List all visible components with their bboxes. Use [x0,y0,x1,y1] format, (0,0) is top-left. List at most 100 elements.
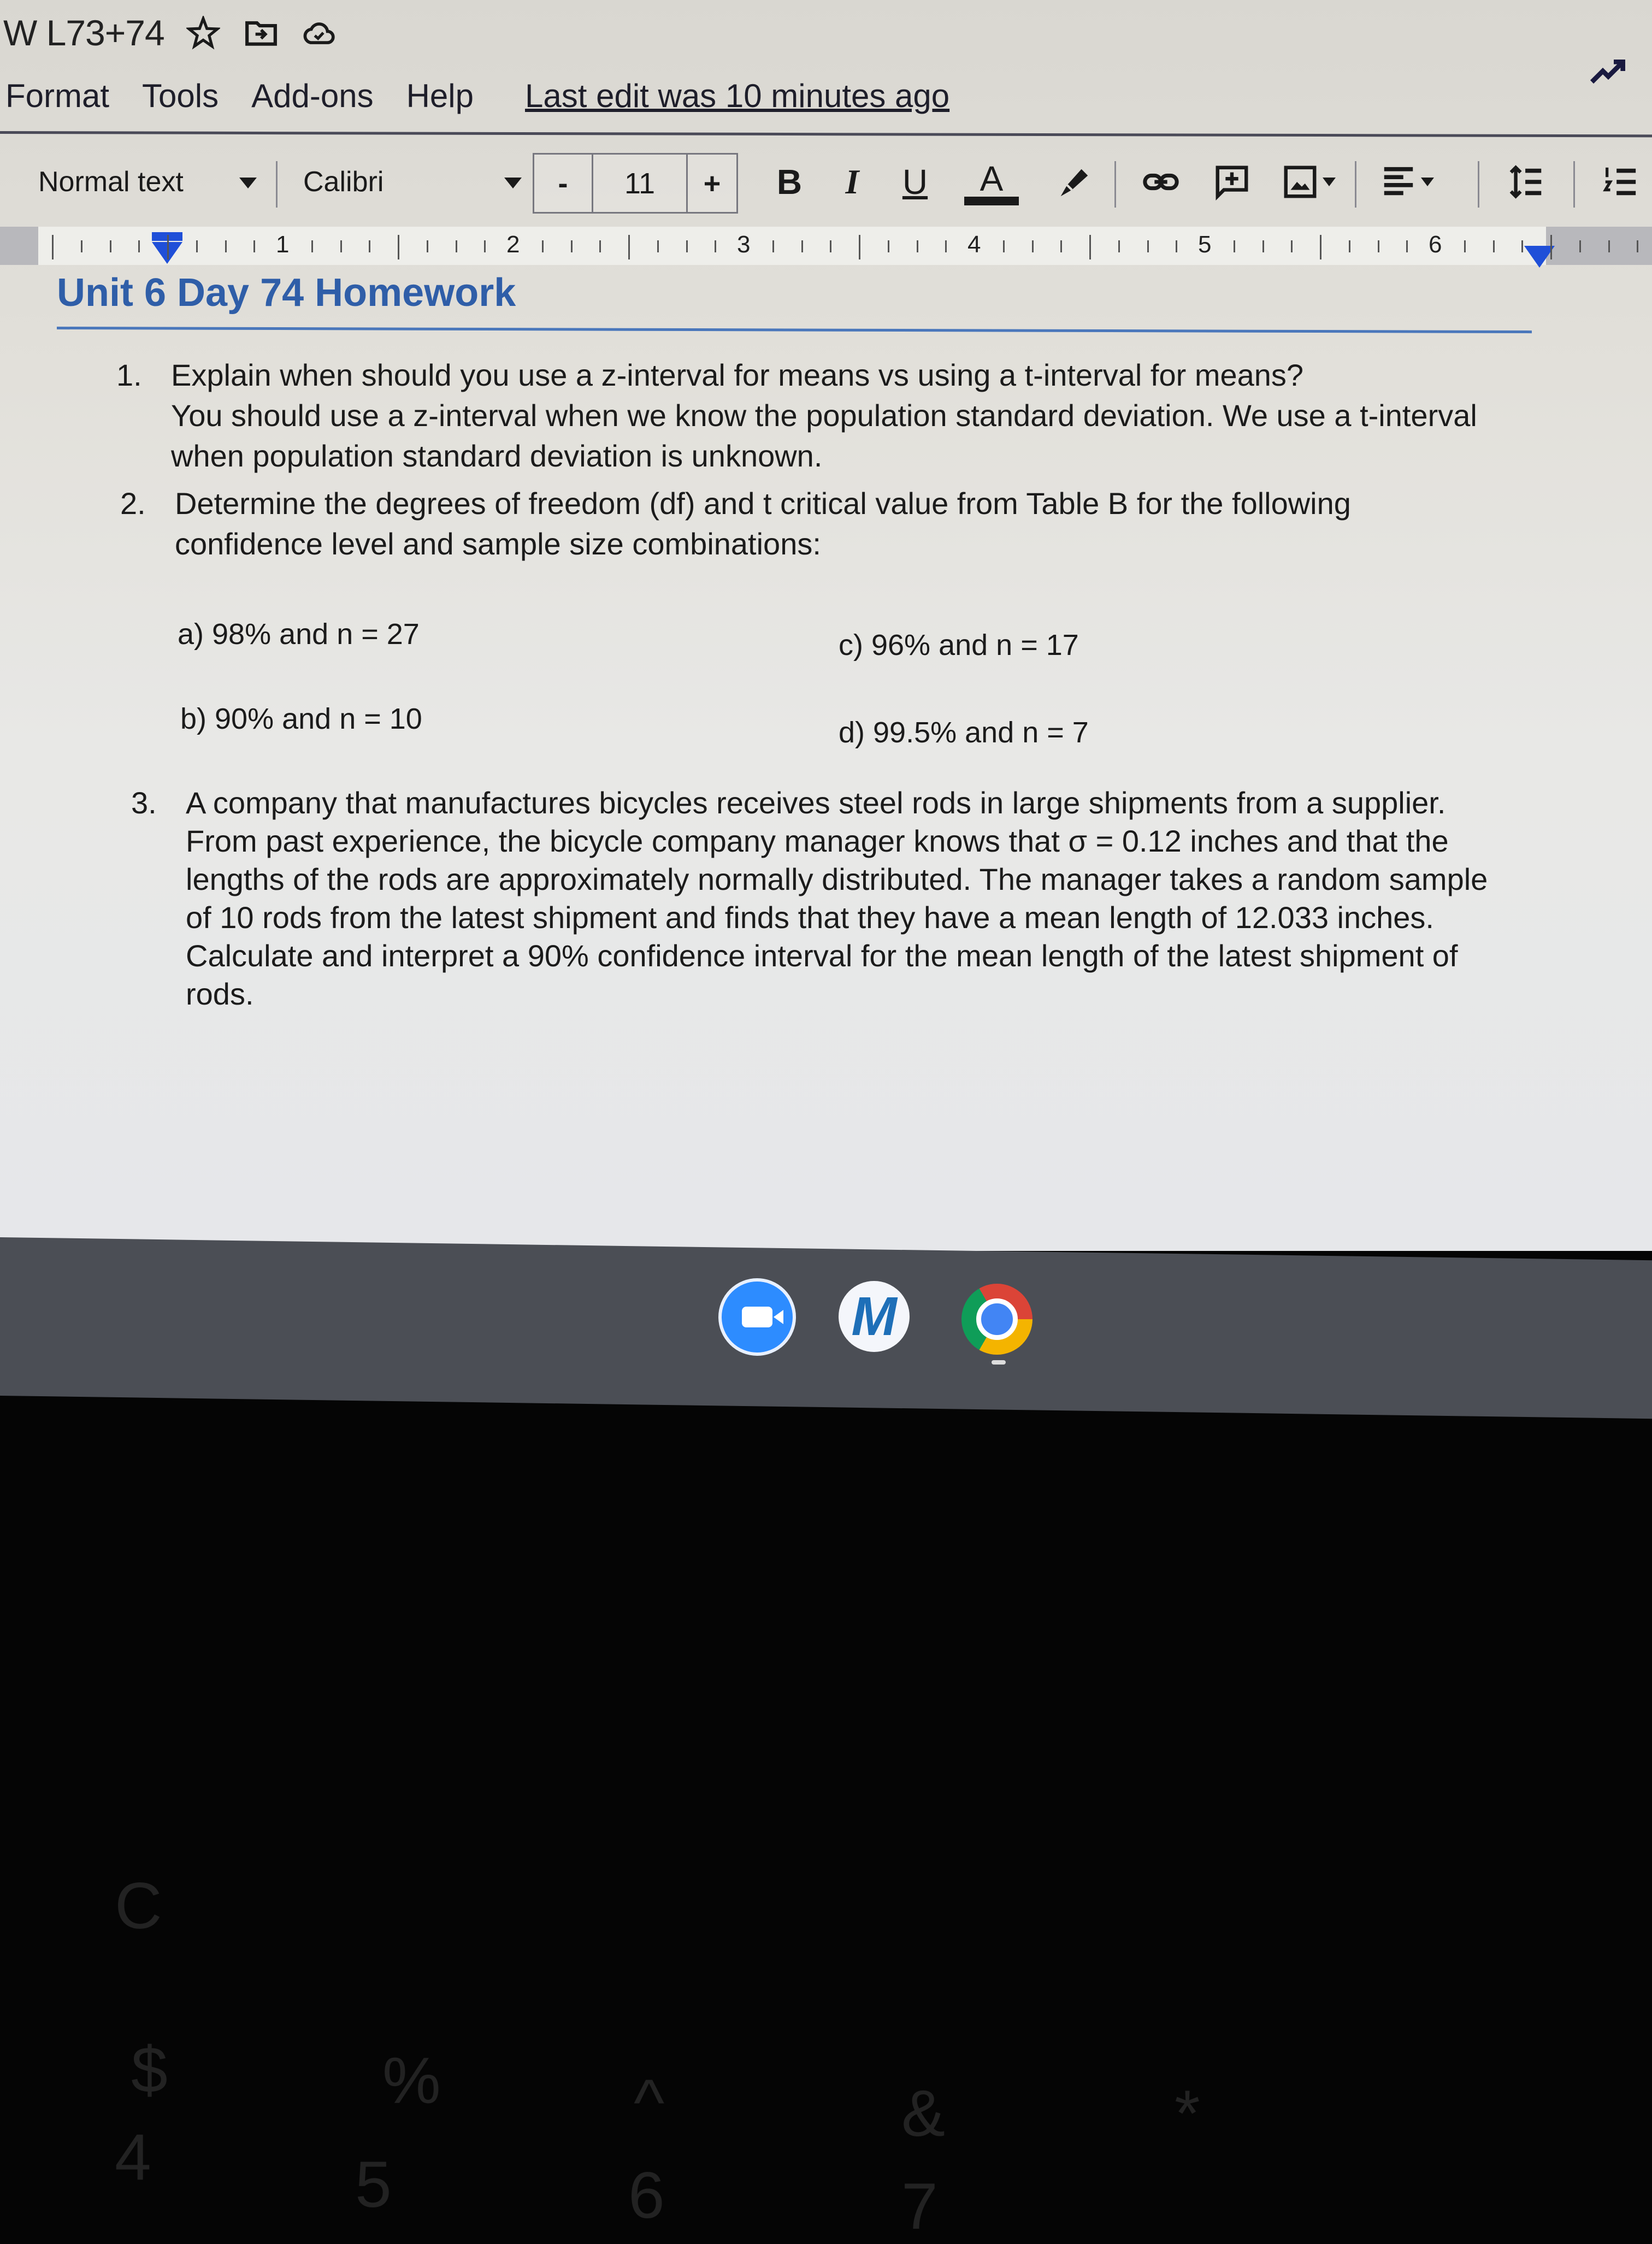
ruler-tick [1060,240,1063,252]
question-text: lengths of the rods are approximately no… [186,862,1488,896]
menu-tools[interactable]: Tools [142,77,219,115]
keyboard-reflection-key: ^ [634,2066,665,2139]
text-color-button[interactable]: A [964,150,1019,213]
question-text: of 10 rods from the latest shipment and … [186,900,1434,935]
menu-add-ons[interactable]: Add-ons [251,77,373,115]
question-text: From past experience, the bicycle compan… [186,824,1449,858]
ruler-tick [80,240,82,252]
paragraph-style-value: Normal text [38,166,184,198]
ruler-tick [628,235,630,259]
question-2: 2. Determine the degrees of freedom (df)… [120,483,1351,564]
document-page[interactable]: Unit 6 Day 74 Homework 1. Explain when s… [0,265,1652,1248]
keyboard-reflection-key: 7 [901,2170,938,2243]
ruler-tick [715,240,717,252]
align-button[interactable] [1371,150,1442,213]
ruler-number: 4 [967,231,981,258]
decrease-font-size-button[interactable]: - [534,155,593,212]
m-app-icon[interactable]: M [839,1281,910,1352]
add-comment-icon[interactable] [1205,150,1259,213]
ruler-number: 3 [737,231,751,258]
chromebook-screen: W L73+74 Format Tools Add-ons Help Last … [0,0,1652,1251]
ruler-number: 6 [1429,231,1442,258]
font-size-input[interactable]: 11 [593,155,688,212]
chrome-app-icon[interactable] [961,1284,1032,1355]
question-text: Calculate and interpret a 90% confidence… [186,938,1458,973]
ruler-tick [109,240,111,252]
document-heading: Unit 6 Day 74 Homework [57,271,516,315]
chevron-down-icon [504,178,522,188]
ruler[interactable]: 1 2 3 4 5 6 [0,227,1652,268]
underline-button[interactable]: U [890,150,940,213]
keyboard-reflection-key: 4 [115,2121,151,2194]
highlight-pen-icon[interactable] [1049,150,1098,213]
move-to-folder-icon[interactable] [242,14,280,52]
ruler-tick [1320,235,1321,259]
ruler-tick [1002,240,1005,252]
insert-image-button[interactable] [1273,150,1344,213]
question-1: 1. Explain when should you use a z-inter… [116,355,1477,476]
activity-trend-icon[interactable] [1586,49,1630,93]
video-camera-icon [742,1307,783,1327]
numbered-list-icon[interactable] [1590,150,1650,213]
question-number: 1. [116,358,142,392]
italic-button[interactable]: I [828,150,877,213]
question-number: 2. [120,486,146,521]
ruler-tick [426,240,428,252]
ruler-tick [1233,240,1235,252]
ruler-tick [1089,235,1091,259]
font-select[interactable]: Calibri [303,150,522,213]
ruler-tick [772,240,774,252]
increase-font-size-button[interactable]: + [688,155,736,212]
ruler-tick [1464,240,1466,252]
keyboard-reflection-key: C [115,1869,162,1942]
ruler-tick [484,240,486,252]
question-2-part-a: a) 98% and n = 27 [178,618,420,651]
ruler-tick [1550,235,1552,259]
ruler-tick [1291,240,1293,252]
ruler-tick [225,240,227,252]
menu-help[interactable]: Help [406,77,474,115]
link-icon[interactable] [1134,150,1188,213]
ruler-tick [801,240,803,252]
last-edit-link[interactable]: Last edit was 10 minutes ago [525,77,949,115]
chevron-down-icon [239,178,257,188]
star-icon[interactable] [184,14,222,52]
toolbar-divider [276,161,278,208]
line-spacing-icon[interactable] [1497,150,1557,213]
ruler-tick [340,240,342,252]
bold-button[interactable]: B [765,150,814,213]
menu-format[interactable]: Format [5,77,109,115]
ruler-tick [1348,240,1350,252]
ruler-tick [1608,240,1610,252]
text-color-swatch [964,196,1019,205]
keyboard-reflection-key: $ [131,2033,168,2106]
ruler-tick [1521,240,1524,252]
m-app-letter: M [851,1285,897,1347]
ruler-number: 2 [506,231,520,258]
ruler-tick [541,240,544,252]
keyboard-reflection-key: % [382,2044,441,2117]
ruler-tick [570,240,573,252]
heading-underline [56,327,1532,334]
ruler-tick [887,240,889,252]
ruler-tick [1406,240,1408,252]
paragraph-style-select[interactable]: Normal text [38,150,257,213]
ruler-tick [52,235,54,259]
ruler-tick [1377,240,1379,252]
menu-divider [0,131,1652,138]
question-number: 3. [131,786,157,820]
running-indicator [992,1360,1006,1365]
answer-text: when population standard deviation is un… [171,439,823,473]
question-text: Explain when should you use a z-interval… [171,358,1304,392]
answer-text: You should use a z-interval when we know… [171,398,1477,433]
align-icon [1384,167,1413,195]
cloud-saved-icon[interactable] [300,14,338,52]
toolbar-divider [1114,161,1116,208]
ruler-tick [686,240,688,252]
zoom-app-icon[interactable] [718,1278,796,1356]
ruler-tick [657,240,659,252]
ruler-tick [1637,240,1639,252]
document-title[interactable]: W L73+74 [3,12,165,54]
toolbar-divider [1355,161,1356,208]
ruler-tick [916,240,918,252]
